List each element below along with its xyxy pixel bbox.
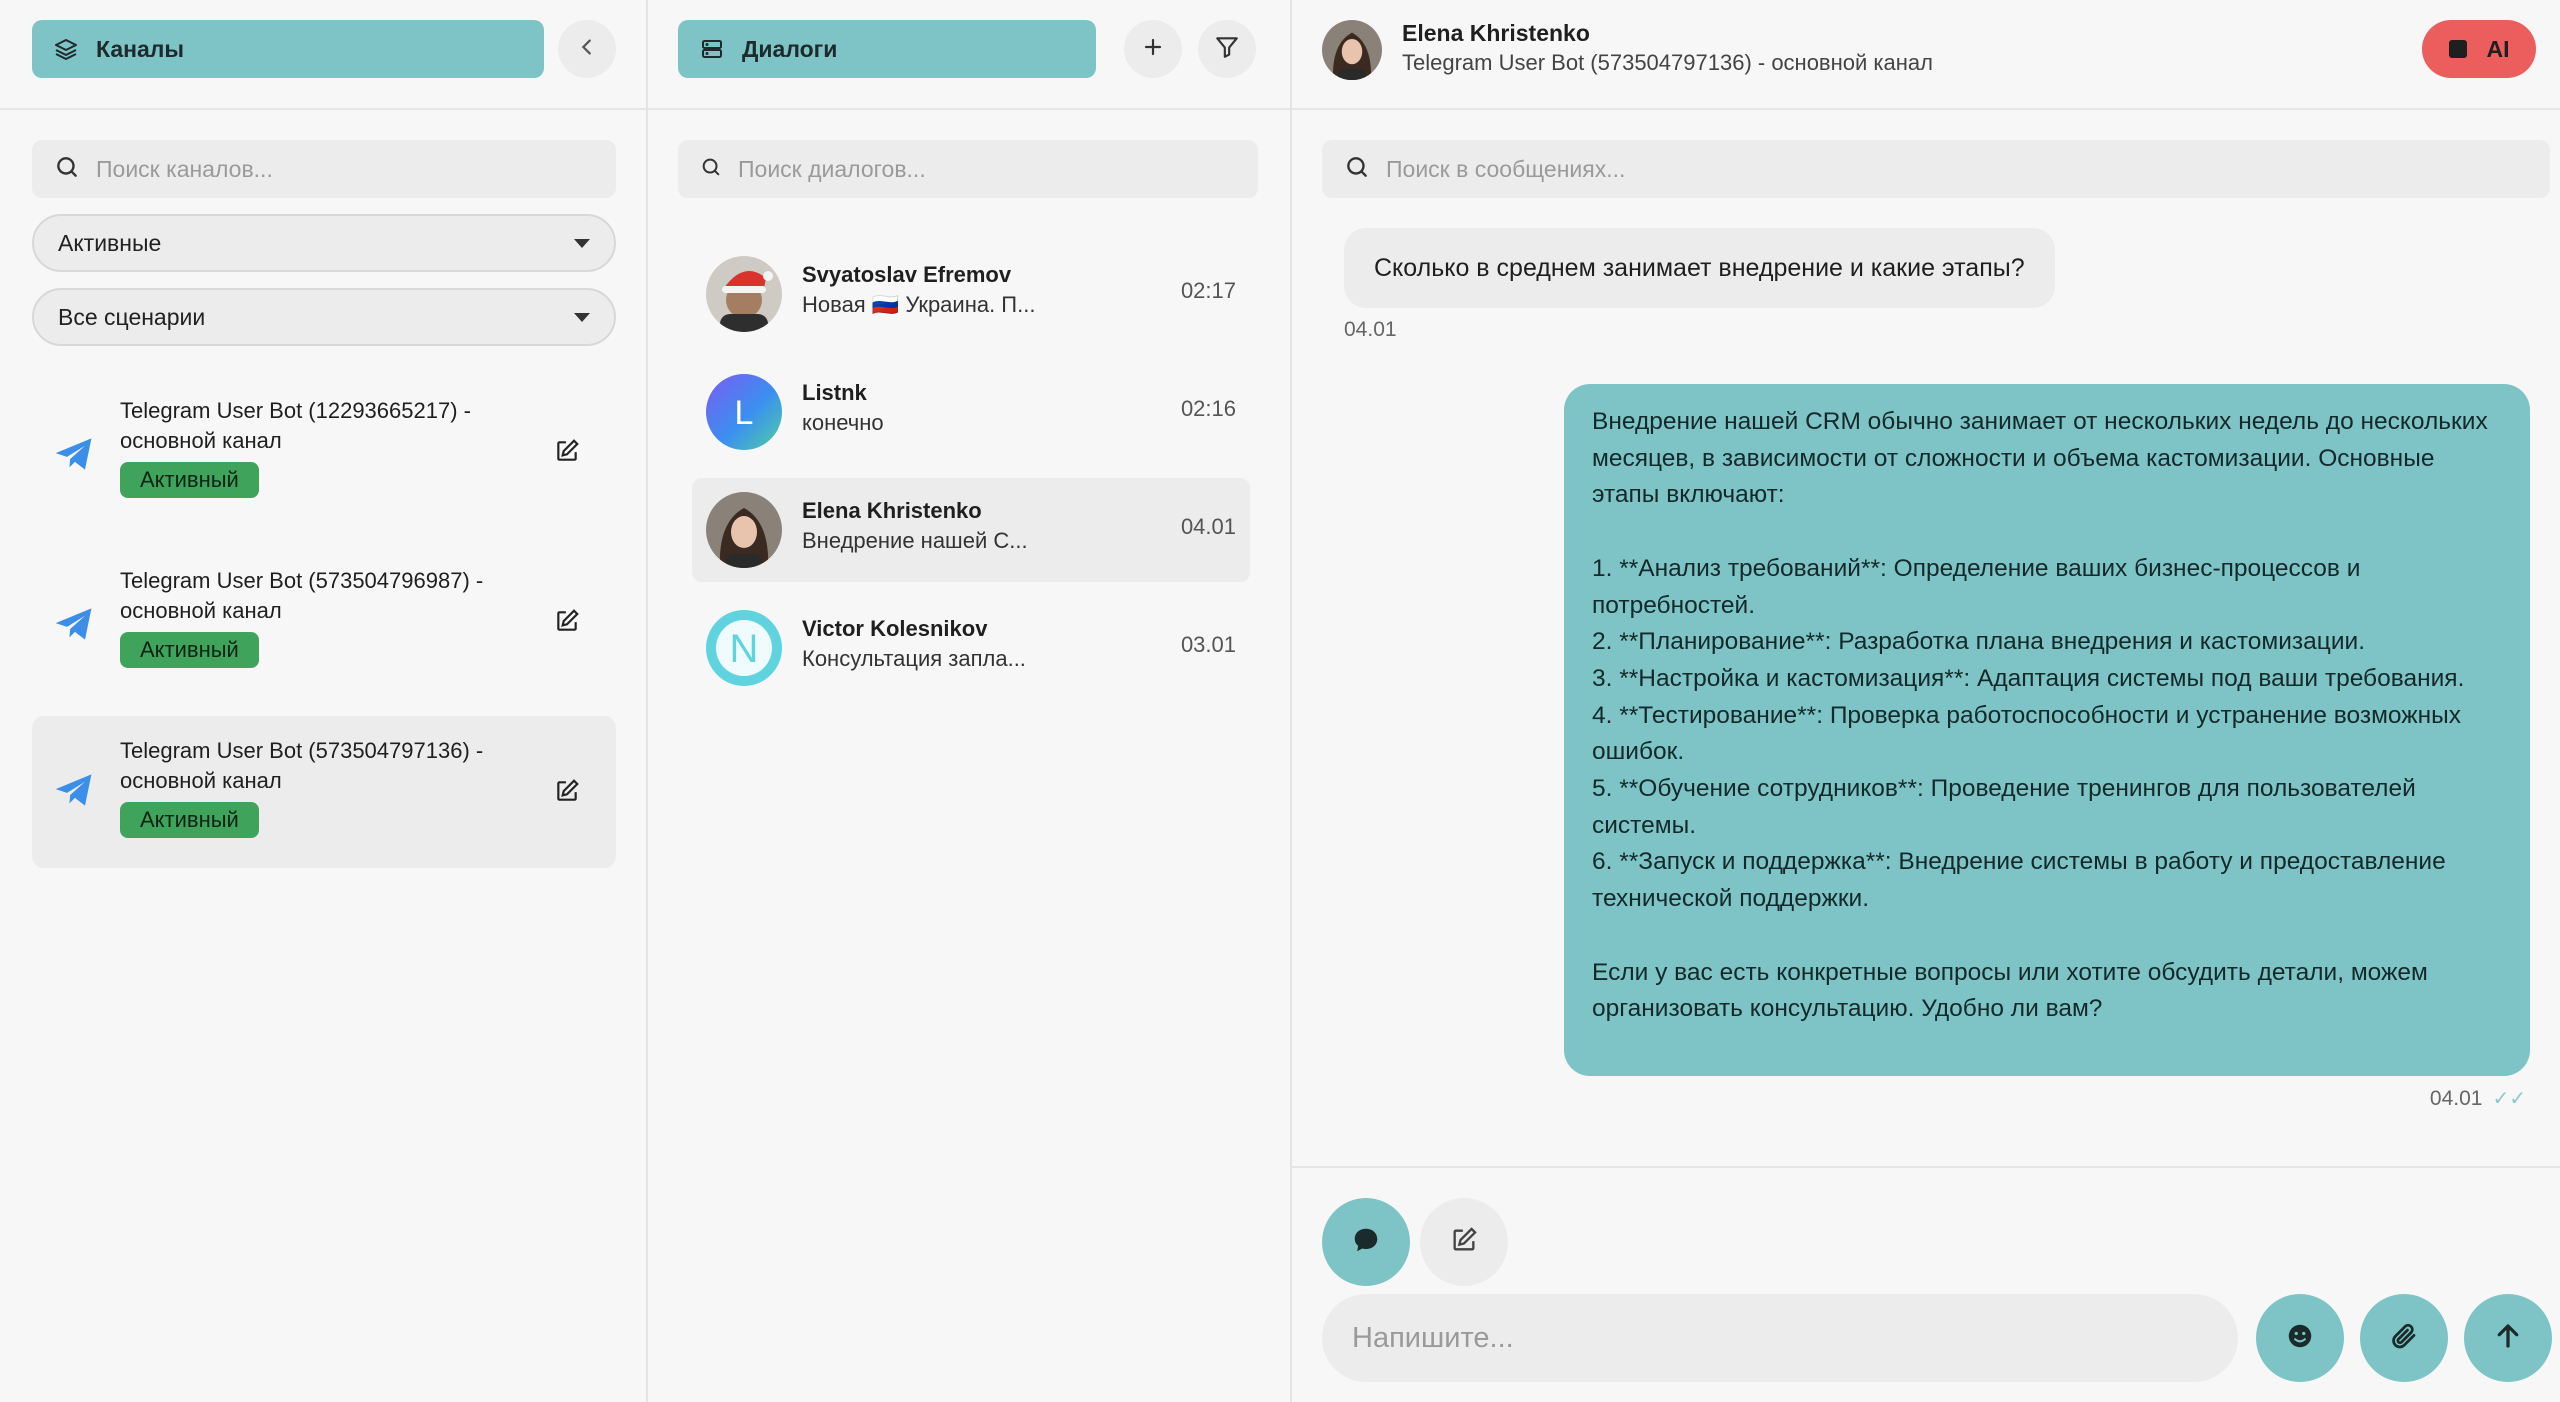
- dialogs-panel: Диалоги Поиск диалогов... Svyatoslav Efr…: [648, 0, 1292, 1402]
- dialog-name: Svyatoslav Efremov: [802, 262, 1012, 287]
- dialog-item[interactable]: L Listnk конечно 02:16: [692, 360, 1250, 464]
- status-badge: Активный: [120, 462, 259, 498]
- collapse-button[interactable]: [558, 20, 616, 78]
- send-button[interactable]: [2464, 1294, 2552, 1382]
- chat-header: Elena Khristenko Telegram User Bot (5735…: [1292, 0, 2560, 110]
- caret-down-icon: [574, 312, 590, 322]
- channel-item-selected[interactable]: Telegram User Bot (573504797136) - основ…: [32, 716, 616, 868]
- message-meta: 04.01 ✓✓: [2430, 1086, 2526, 1111]
- dialog-item[interactable]: Svyatoslav Efremov Новая 🇷🇺 Украина. П..…: [692, 242, 1250, 346]
- channel-title: Telegram User Bot (573504796987) - основ…: [120, 568, 484, 623]
- composer-divider: [1292, 1166, 2560, 1168]
- dialogs-header-button[interactable]: Диалоги: [678, 20, 1096, 78]
- dialog-name: Victor Kolesnikov: [802, 616, 988, 641]
- dialog-time: 02:16: [1180, 396, 1236, 421]
- dialog-preview: Новая 🇷🇺 Украина. П...: [802, 292, 1036, 317]
- ai-toggle-button[interactable]: AI: [2422, 20, 2536, 78]
- channels-header: Каналы: [0, 0, 646, 110]
- emoji-icon: [2285, 1321, 2315, 1356]
- dialog-time: 02:17: [1180, 278, 1236, 303]
- edit-icon[interactable]: [554, 778, 582, 806]
- search-icon: [54, 154, 80, 185]
- add-dialog-button[interactable]: [1124, 20, 1182, 78]
- avatar: [706, 256, 782, 332]
- layers-icon: [54, 37, 78, 61]
- avatar: L: [706, 374, 782, 450]
- status-filter-value: Активные: [58, 229, 162, 256]
- contact-channel: Telegram User Bot (573504797136) - основ…: [1402, 50, 1933, 75]
- chevron-left-icon: [576, 36, 598, 63]
- dialog-time: 04.01: [1180, 514, 1236, 539]
- channels-header-label: Каналы: [96, 35, 185, 62]
- status-badge: Активный: [120, 632, 259, 668]
- telegram-icon: [52, 602, 96, 646]
- message-time: 04.01: [2429, 1086, 2483, 1110]
- channel-item[interactable]: Telegram User Bot (12293665217) - основн…: [32, 380, 616, 532]
- message-composer[interactable]: [1322, 1294, 2238, 1382]
- message-input[interactable]: [1352, 1321, 2208, 1355]
- dialog-preview: конечно: [802, 410, 884, 435]
- incoming-message: Сколько в среднем занимает внедрение и к…: [1344, 228, 2055, 308]
- status-badge: Активный: [120, 802, 259, 838]
- search-icon: [1344, 154, 1370, 185]
- caret-down-icon: [574, 238, 590, 248]
- dialog-time: 03.01: [1180, 632, 1236, 657]
- dialogs-search-input[interactable]: [738, 155, 1258, 183]
- stop-icon: [2448, 40, 2467, 58]
- paperclip-icon: [2389, 1321, 2419, 1356]
- edit-icon[interactable]: [554, 608, 582, 636]
- telegram-icon: [52, 768, 96, 812]
- channels-search-input[interactable]: [96, 155, 616, 183]
- channel-title: Telegram User Bot (573504797136) - основ…: [120, 738, 484, 793]
- app-root: Каналы Активные Все сценарии: [0, 0, 2560, 1402]
- avatar: [1322, 20, 1382, 80]
- dialogs-header-label: Диалоги: [742, 35, 838, 62]
- scenario-filter-value: Все сценарии: [58, 303, 206, 330]
- read-check-icon: ✓✓: [2492, 1088, 2526, 1110]
- svg-text:N: N: [730, 627, 759, 671]
- messages-search-input[interactable]: [1386, 155, 2550, 183]
- chat-mode-button[interactable]: [1322, 1198, 1410, 1286]
- status-filter-select[interactable]: Активные: [32, 214, 616, 272]
- channel-title: Telegram User Bot (12293665217) - основн…: [120, 398, 471, 453]
- messages-search[interactable]: [1322, 140, 2550, 198]
- arrow-up-icon: [2493, 1321, 2523, 1356]
- edit-icon[interactable]: [554, 438, 582, 466]
- chat-panel: Elena Khristenko Telegram User Bot (5735…: [1292, 0, 2560, 1402]
- emoji-button[interactable]: [2256, 1294, 2344, 1382]
- telegram-icon: [52, 432, 96, 476]
- avatar: N: [706, 610, 782, 686]
- avatar: [706, 492, 782, 568]
- dialog-preview: Консультация запла...: [802, 646, 1026, 671]
- message-time: 04.01: [1344, 318, 1397, 341]
- scenario-filter-select[interactable]: Все сценарии: [32, 288, 616, 346]
- dialog-name: Listnk: [802, 380, 867, 405]
- server-icon: [700, 37, 724, 61]
- note-mode-button[interactable]: [1420, 1198, 1508, 1286]
- dialogs-search[interactable]: [678, 140, 1258, 198]
- filter-icon: [1214, 34, 1240, 65]
- chat-bubble-icon: [1351, 1225, 1381, 1260]
- edit-note-icon: [1450, 1226, 1478, 1259]
- dialog-item-selected[interactable]: Elena Khristenko Внедрение нашей С... 04…: [692, 478, 1250, 582]
- dialog-name: Elena Khristenko: [802, 498, 982, 523]
- svg-text:L: L: [735, 394, 754, 432]
- attach-button[interactable]: [2360, 1294, 2448, 1382]
- channels-search[interactable]: [32, 140, 616, 198]
- search-icon: [700, 156, 722, 183]
- channels-header-button[interactable]: Каналы: [32, 20, 544, 78]
- outgoing-message: Внедрение нашей CRM обычно занимает от н…: [1564, 384, 2530, 1076]
- ai-label: AI: [2486, 35, 2510, 62]
- filter-button[interactable]: [1198, 20, 1256, 78]
- channels-panel: Каналы Активные Все сценарии: [0, 0, 648, 1402]
- plus-icon: [1141, 35, 1165, 64]
- dialog-preview: Внедрение нашей С...: [802, 528, 1028, 553]
- channel-item[interactable]: Telegram User Bot (573504796987) - основ…: [32, 550, 616, 702]
- contact-name: Elena Khristenko: [1402, 20, 1590, 46]
- dialog-item[interactable]: N Victor Kolesnikov Консультация запла..…: [692, 596, 1250, 700]
- dialogs-header: Диалоги: [648, 0, 1290, 110]
